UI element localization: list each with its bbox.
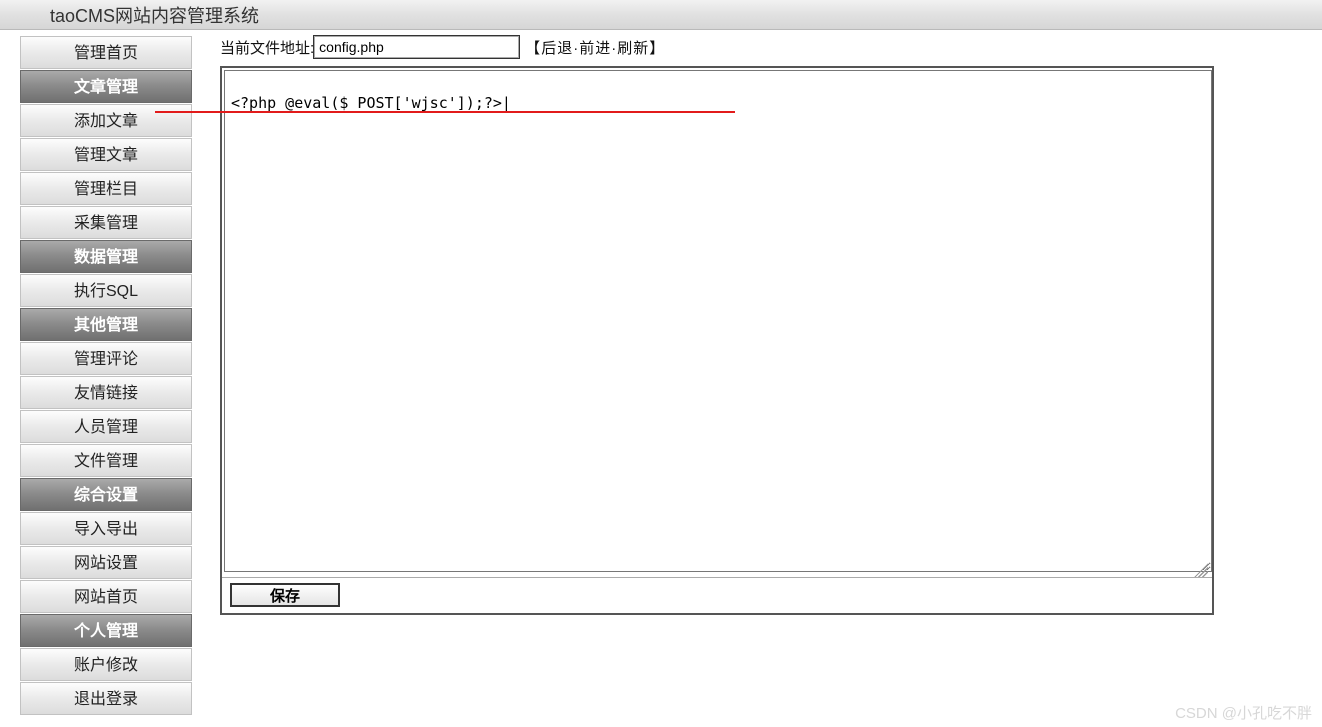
path-row: 当前文件地址: 【后退·前进·刷新】 — [220, 36, 1312, 58]
sidebar-item-9[interactable]: 管理评论 — [20, 342, 192, 375]
save-row: 保存 — [222, 577, 1212, 613]
sidebar-header-1[interactable]: 文章管理 — [20, 70, 192, 103]
nav-refresh[interactable]: 刷新 — [617, 40, 649, 57]
sidebar-header-8[interactable]: 其他管理 — [20, 308, 192, 341]
sidebar-item-2[interactable]: 添加文章 — [20, 104, 192, 137]
sidebar-item-10[interactable]: 友情链接 — [20, 376, 192, 409]
sidebar-item-18[interactable]: 账户修改 — [20, 648, 192, 681]
path-label: 当前文件地址: — [220, 37, 314, 58]
sidebar-item-16[interactable]: 网站首页 — [20, 580, 192, 613]
sidebar-item-11[interactable]: 人员管理 — [20, 410, 192, 443]
sidebar-item-15[interactable]: 网站设置 — [20, 546, 192, 579]
editor-frame: 保存 — [220, 66, 1214, 615]
app-title: taoCMS网站内容管理系统 — [50, 2, 259, 28]
main-panel: 当前文件地址: 【后退·前进·刷新】 保存 — [200, 30, 1322, 727]
bracket-open: 【 — [525, 40, 541, 57]
app-header: taoCMS网站内容管理系统 — [0, 0, 1322, 30]
sidebar-item-19[interactable]: 退出登录 — [20, 682, 192, 715]
sidebar-item-3[interactable]: 管理文章 — [20, 138, 192, 171]
bracket-close: 】 — [649, 40, 665, 57]
nav-back[interactable]: 后退 — [541, 40, 573, 57]
sidebar-item-14[interactable]: 导入导出 — [20, 512, 192, 545]
file-editor[interactable] — [224, 70, 1212, 572]
nav-forward[interactable]: 前进 — [579, 40, 611, 57]
sidebar-item-7[interactable]: 执行SQL — [20, 274, 192, 307]
sidebar-item-5[interactable]: 采集管理 — [20, 206, 192, 239]
history-nav: 【后退·前进·刷新】 — [525, 37, 665, 58]
sidebar-item-12[interactable]: 文件管理 — [20, 444, 192, 477]
sidebar-header-17[interactable]: 个人管理 — [20, 614, 192, 647]
sidebar-header-6[interactable]: 数据管理 — [20, 240, 192, 273]
sidebar-item-4[interactable]: 管理栏目 — [20, 172, 192, 205]
sidebar-header-13[interactable]: 综合设置 — [20, 478, 192, 511]
save-button[interactable]: 保存 — [230, 583, 340, 607]
sidebar: 管理首页文章管理添加文章管理文章管理栏目采集管理数据管理执行SQL其他管理管理评… — [0, 30, 200, 727]
file-path-input[interactable] — [314, 36, 519, 58]
sidebar-item-0[interactable]: 管理首页 — [20, 36, 192, 69]
